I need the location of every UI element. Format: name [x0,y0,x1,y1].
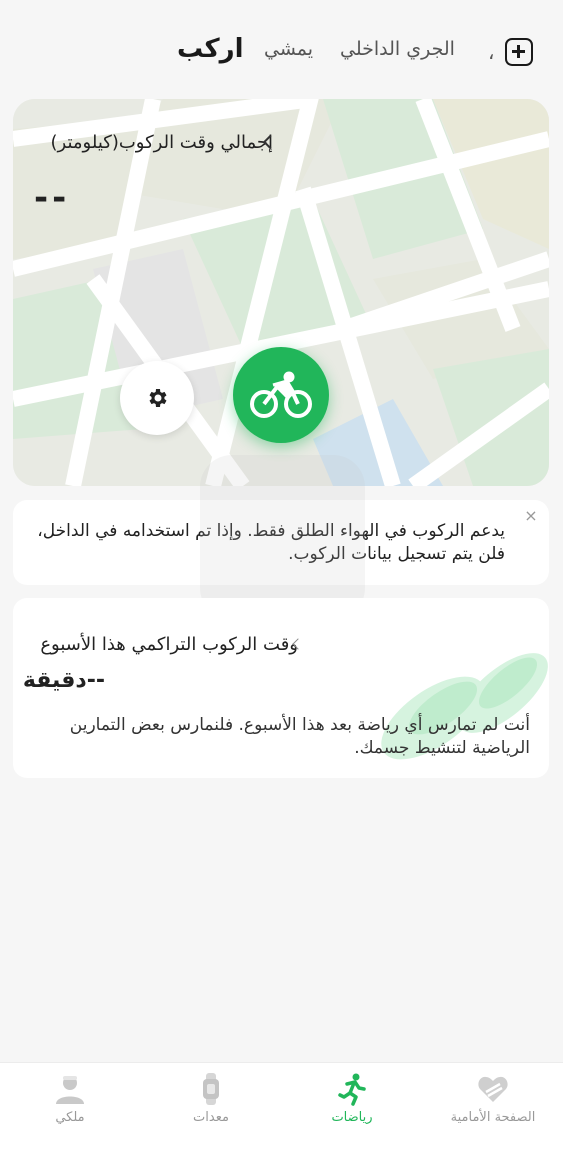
weekly-ride-title[interactable]: وقت الركوب التراكمي هذا الأسبوع [40,634,298,655]
total-ride-label[interactable]: إجمالي وقت الركوب(كيلومتر) [51,132,273,153]
tab-indoor-run[interactable]: الجري الداخلي [340,38,455,60]
close-icon[interactable]: × [511,505,551,529]
add-icon[interactable] [505,38,533,66]
gear-icon [149,389,167,407]
running-icon [338,1073,366,1106]
tab-walk[interactable]: يمشي [264,38,313,60]
cycling-icon [250,371,312,418]
watermark-logo [200,455,365,620]
nav-sports[interactable]: رياضات [282,1063,422,1153]
tab-more[interactable]: ، [488,40,494,64]
weekly-ride-value: --دقيقة [22,668,105,693]
settings-button[interactable] [120,361,194,435]
total-ride-value: -- [34,178,71,218]
nav-sports-label: رياضات [331,1110,373,1125]
sport-type-tabs: ، الجري الداخلي يمشي اركب [0,0,563,100]
tab-ride[interactable]: اركب [177,34,244,64]
nav-devices[interactable]: معدات [141,1063,281,1153]
weekly-ride-message: أنت لم تمارس أي رياضة بعد هذا الأسبوع. ف… [69,715,530,758]
start-ride-button[interactable] [233,347,329,443]
bottom-nav: ملكي معدات رياضات الصفحة الأمامية [0,1062,563,1153]
profile-icon [56,1076,84,1104]
nav-home-label: الصفحة الأمامية [450,1110,536,1125]
nav-home[interactable]: الصفحة الأمامية [423,1063,563,1153]
nav-profile-label: ملكي [55,1110,85,1125]
nav-devices-label: معدات [193,1110,229,1125]
nav-profile[interactable]: ملكي [0,1063,140,1153]
watch-icon [203,1073,219,1105]
home-icon [478,1076,508,1102]
